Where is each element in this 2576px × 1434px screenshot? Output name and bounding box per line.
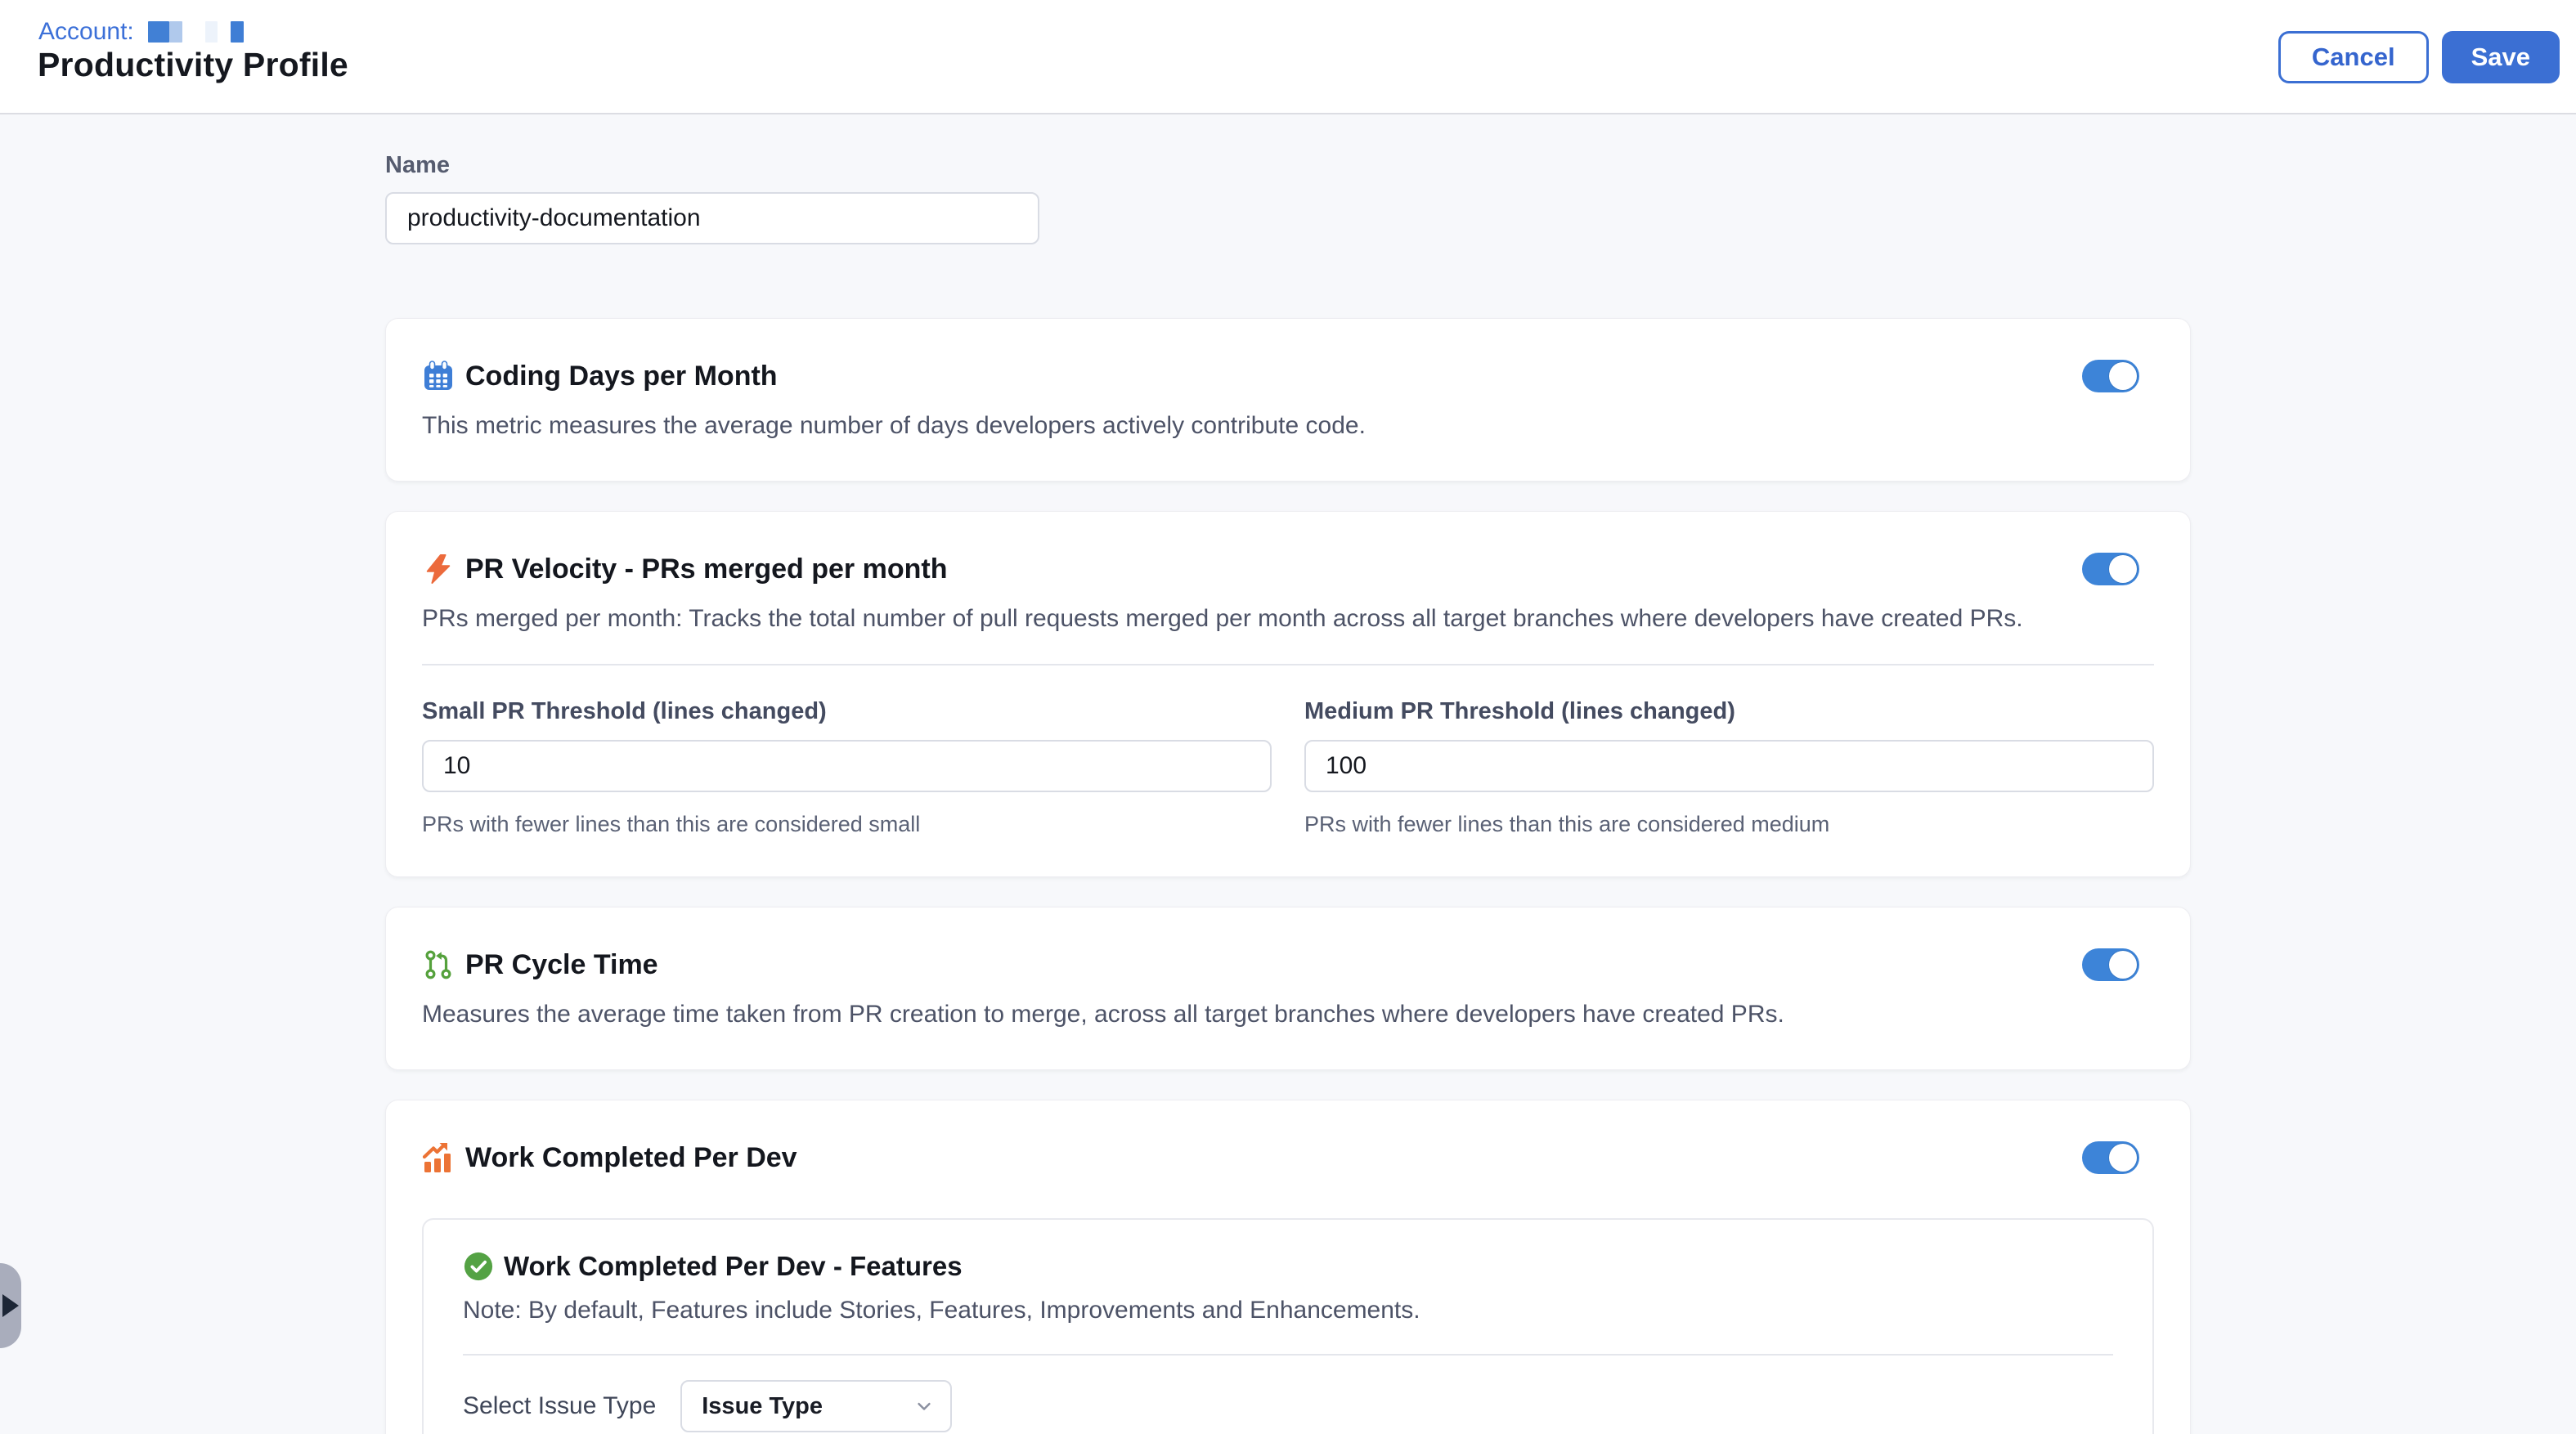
lightning-icon <box>422 553 455 585</box>
sidebar-expand-button[interactable] <box>0 1263 21 1348</box>
name-input[interactable] <box>385 192 1039 244</box>
metric-title: Work Completed Per Dev <box>465 1142 797 1174</box>
divider <box>422 664 2154 665</box>
name-label: Name <box>385 152 2191 179</box>
small-pr-threshold-input[interactable] <box>422 740 1272 792</box>
subsection-note: Note: By default, Features include Stori… <box>463 1297 2113 1324</box>
divider <box>463 1354 2113 1356</box>
pr-velocity-toggle[interactable] <box>2082 553 2139 585</box>
chevron-down-icon <box>913 1395 936 1418</box>
metric-description: Measures the average time taken from PR … <box>422 999 2154 1030</box>
metric-card-work-completed: Work Completed Per Dev Work Completed Pe… <box>385 1100 2191 1434</box>
metric-description: This metric measures the average number … <box>422 410 2154 441</box>
pull-request-icon <box>422 948 455 981</box>
page-title: Productivity Profile <box>38 46 348 84</box>
medium-pr-threshold-field: Medium PR Threshold (lines changed) PRs … <box>1304 698 2154 837</box>
redacted-account-name <box>148 21 169 43</box>
select-issue-type-label: Select Issue Type <box>463 1392 656 1420</box>
account-link[interactable]: Account: <box>38 18 134 46</box>
toggle-knob <box>2109 1144 2137 1172</box>
redacted-account-name <box>205 21 218 43</box>
cancel-button[interactable]: Cancel <box>2278 31 2429 83</box>
issue-type-select[interactable]: Issue Type <box>680 1380 952 1432</box>
toggle-knob <box>2109 555 2137 583</box>
page-header: Account: Productivity Profile Cancel Sav… <box>0 0 2576 114</box>
header-actions: Cancel Save <box>2278 31 2560 83</box>
bar-chart-trend-icon <box>422 1141 455 1174</box>
small-pr-threshold-label: Small PR Threshold (lines changed) <box>422 698 1272 725</box>
metric-card-pr-cycle-time: PR Cycle Time Measures the average time … <box>385 907 2191 1070</box>
check-circle-icon <box>463 1251 494 1282</box>
small-pr-threshold-helper: PRs with fewer lines than this are consi… <box>422 812 1272 837</box>
metric-card-pr-velocity: PR Velocity - PRs merged per month PRs m… <box>385 511 2191 877</box>
medium-pr-threshold-input[interactable] <box>1304 740 2154 792</box>
subsection-title: Work Completed Per Dev - Features <box>504 1251 963 1282</box>
medium-pr-threshold-helper: PRs with fewer lines than this are consi… <box>1304 812 2154 837</box>
metric-title: Coding Days per Month <box>465 361 778 392</box>
breadcrumb: Account: <box>38 18 244 46</box>
save-button[interactable]: Save <box>2442 31 2560 83</box>
metric-title: PR Cycle Time <box>465 949 658 981</box>
metric-title: PR Velocity - PRs merged per month <box>465 553 947 585</box>
work-completed-features-section: Work Completed Per Dev - Features Note: … <box>422 1218 2154 1434</box>
metric-card-coding-days: Coding Days per Month This metric measur… <box>385 318 2191 482</box>
metric-description: PRs merged per month: Tracks the total n… <box>422 603 2154 634</box>
work-completed-toggle[interactable] <box>2082 1141 2139 1174</box>
coding-days-toggle[interactable] <box>2082 360 2139 392</box>
expand-arrow-icon <box>2 1294 19 1317</box>
small-pr-threshold-field: Small PR Threshold (lines changed) PRs w… <box>422 698 1272 837</box>
issue-type-select-value: Issue Type <box>702 1393 823 1420</box>
pr-cycle-time-toggle[interactable] <box>2082 948 2139 981</box>
toggle-knob <box>2109 951 2137 979</box>
calendar-icon <box>422 360 455 392</box>
redacted-account-name <box>231 21 244 43</box>
profile-form: Name Coding Days per Month This metri <box>385 114 2191 1434</box>
redacted-account-name <box>169 21 182 43</box>
medium-pr-threshold-label: Medium PR Threshold (lines changed) <box>1304 698 2154 725</box>
toggle-knob <box>2109 362 2137 390</box>
